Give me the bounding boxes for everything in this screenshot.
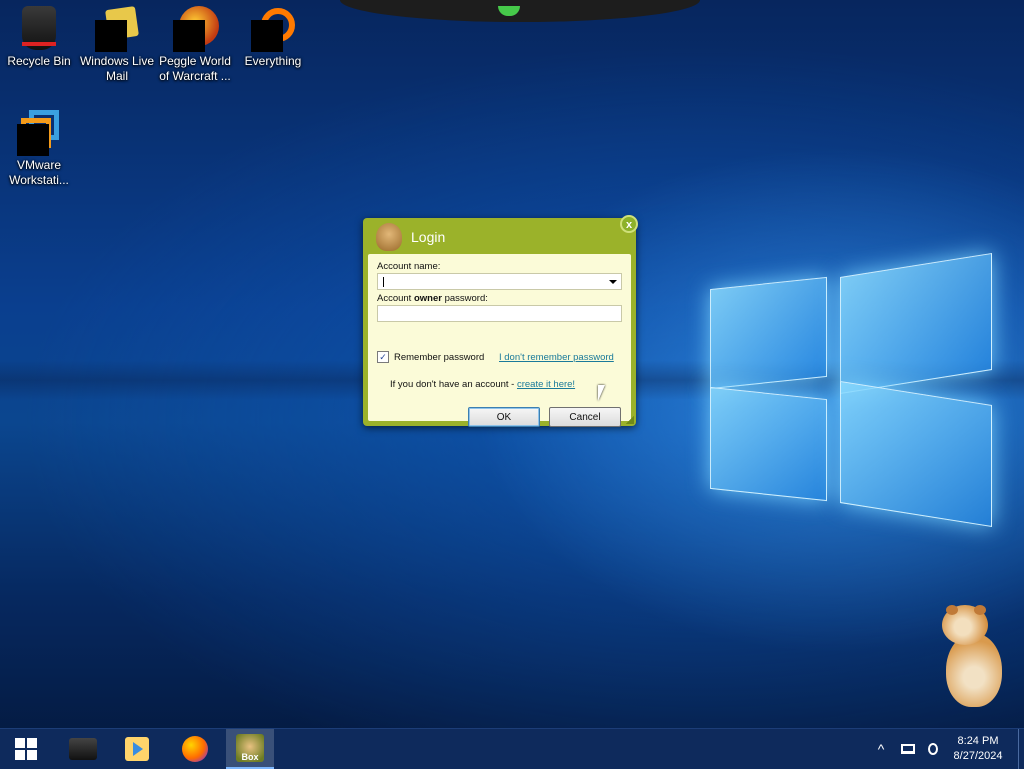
tray-chevron-up-icon[interactable]: ^ [870, 729, 892, 769]
taskbar-app-firefox[interactable] [171, 729, 219, 769]
desktop-icon-label: Windows Live Mail [79, 54, 155, 83]
clock-date: 8/27/2024 [953, 750, 1003, 762]
password-label-prefix: Account [377, 293, 414, 304]
black-box-icon [69, 738, 97, 760]
taskbar: Box ^ 8:24 PM 8/27/2024 [0, 728, 1024, 769]
text-caret [383, 277, 384, 287]
everything-search-icon [251, 6, 295, 52]
taskbar-app-hamster-box[interactable]: Box [226, 729, 274, 769]
vmware-icon [17, 110, 61, 156]
hamster-box-icon: Box [236, 734, 264, 762]
account-name-label: Account name: [377, 261, 441, 272]
no-account-text: If you don't have an account - create it… [390, 379, 575, 390]
close-button[interactable]: x [620, 215, 638, 233]
password-field[interactable] [377, 305, 622, 322]
cancel-button[interactable]: Cancel [549, 407, 621, 427]
peggle-icon [173, 6, 219, 52]
desktop-icon-label: Everything [244, 54, 302, 68]
media-player-icon [125, 737, 149, 761]
account-name-combobox[interactable] [377, 273, 622, 290]
password-label-suffix: password: [441, 293, 488, 304]
desktop-icon-vmware[interactable]: VMware Workstati... [1, 104, 77, 188]
dialog-body: Account name: Account owner password: ✓ … [368, 254, 631, 427]
show-desktop-button[interactable] [1018, 729, 1024, 769]
desktop-icon-label: Recycle Bin [7, 54, 71, 68]
box-label: Box [241, 752, 259, 762]
hamster-body [946, 633, 1002, 707]
forgot-password-link[interactable]: I don't remember password [499, 352, 614, 363]
taskbar-app-media-player[interactable] [113, 729, 161, 769]
desktop-icon-label: VMware Workstati... [9, 158, 69, 187]
ok-button[interactable]: OK [468, 407, 540, 427]
hamster-logo-icon [376, 223, 402, 251]
create-account-link[interactable]: create it here! [517, 379, 575, 390]
logo-pane [840, 380, 992, 528]
hamster-ear [946, 605, 958, 615]
taskbar-app-dark[interactable] [59, 729, 107, 769]
network-icon[interactable] [896, 729, 920, 769]
logo-pane [710, 276, 827, 390]
desktop-icon-peggle[interactable]: Peggle World of Warcraft ... [157, 0, 233, 84]
chevron-down-icon[interactable] [609, 280, 617, 284]
recycle-bin-icon [22, 6, 56, 50]
top-notch-bar [340, 0, 700, 22]
remember-password-label: Remember password [394, 352, 485, 363]
clock-time: 8:24 PM [957, 735, 999, 747]
volume-icon[interactable] [922, 729, 944, 769]
mail-icon [95, 6, 139, 52]
dialog-title: Login [411, 229, 446, 245]
desktop-icon-everything[interactable]: Everything [235, 0, 311, 69]
start-button[interactable] [2, 729, 50, 769]
logo-pane [840, 252, 992, 395]
desktop-icon-label: Peggle World of Warcraft ... [159, 54, 231, 83]
password-label: Account owner password: [377, 293, 488, 304]
hamster-ear [974, 605, 986, 615]
resize-grip[interactable] [626, 416, 634, 424]
windows-logo-wallpaper [700, 245, 1000, 535]
notch-indicator [498, 6, 520, 16]
taskbar-clock[interactable]: 8:24 PM 8/27/2024 [944, 734, 1012, 764]
login-dialog: Login x Account name: Account owner pass… [363, 215, 638, 427]
hamster-assistant[interactable] [938, 605, 1008, 710]
windows-start-icon [15, 738, 37, 760]
logo-pane [710, 386, 827, 502]
mouse-cursor-icon [598, 385, 605, 401]
no-account-prefix: If you don't have an account - [390, 379, 517, 390]
firefox-icon [182, 736, 208, 762]
desktop-icon-windows-live-mail[interactable]: Windows Live Mail [79, 0, 155, 84]
remember-password-checkbox[interactable]: ✓ [377, 351, 389, 363]
desktop-icon-recycle-bin[interactable]: Recycle Bin [1, 0, 77, 69]
password-label-bold: owner [413, 293, 442, 304]
